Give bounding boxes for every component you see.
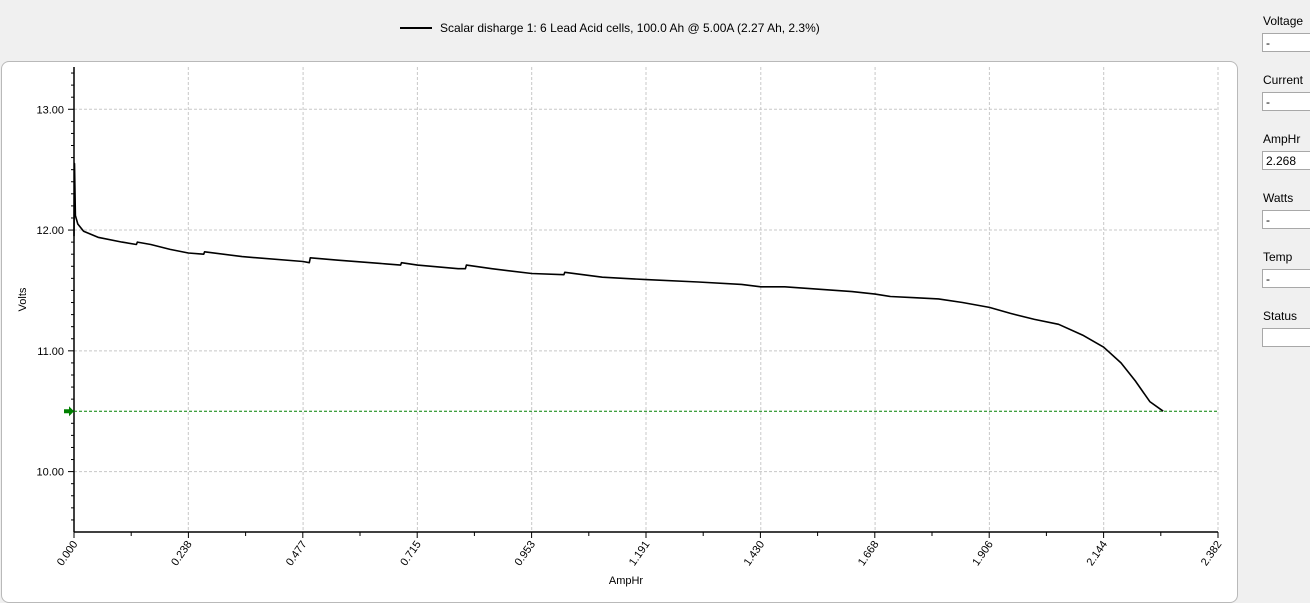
x-tick-label: 2.144: [1085, 539, 1111, 568]
x-tick-label: 1.906: [970, 539, 996, 568]
legend-label: Scalar disharge 1: 6 Lead Acid cells, 10…: [440, 21, 820, 35]
voltage-value-field: -: [1262, 33, 1310, 52]
chart-legend: Scalar disharge 1: 6 Lead Acid cells, 10…: [400, 18, 820, 38]
x-tick-label: 0.000: [55, 539, 81, 568]
watts-value-field: -: [1262, 210, 1310, 229]
legend-swatch: [400, 27, 432, 29]
current-label: Current: [1263, 73, 1304, 87]
status-value-field: [1262, 328, 1310, 347]
voltage-label: Voltage: [1263, 14, 1304, 28]
x-tick-label: 0.238: [169, 539, 195, 568]
temp-value-field: -: [1262, 269, 1310, 288]
amphr-value-field: 2.268: [1262, 151, 1310, 170]
watts-label: Watts: [1263, 191, 1294, 205]
y-tick-label: 13.00: [36, 104, 64, 116]
x-tick-label: 0.953: [513, 539, 539, 568]
chart-panel: 10.00 11.00 12.00 13.00 0.000 0.238 0.477 0.715…: [1, 61, 1238, 603]
x-tick-label: 0.715: [398, 539, 424, 568]
current-value-field: -: [1262, 92, 1310, 111]
y-axis-title: Volts: [17, 287, 29, 311]
status-label: Status: [1263, 309, 1298, 323]
x-tick-label: 1.430: [742, 539, 768, 568]
series-line: [73, 162, 1164, 412]
chart-plot[interactable]: 10.00 11.00 12.00 13.00 0.000 0.238 0.477 0.715…: [2, 62, 1237, 602]
y-tick-label: 11.00: [37, 346, 64, 358]
y-tick-label: 10.00: [36, 467, 64, 479]
x-tick-label: 1.668: [856, 539, 882, 568]
x-tick-label: 2.382: [1199, 539, 1225, 568]
cutoff-arrow-icon: [64, 406, 74, 417]
y-tick-label: 12.00: [36, 225, 64, 237]
x-tick-label: 0.477: [284, 539, 310, 568]
x-tick-label: 1.191: [627, 539, 653, 568]
temp-label: Temp: [1263, 250, 1293, 264]
amphr-label: AmpHr: [1263, 132, 1301, 146]
x-axis-title: AmpHr: [609, 575, 644, 587]
